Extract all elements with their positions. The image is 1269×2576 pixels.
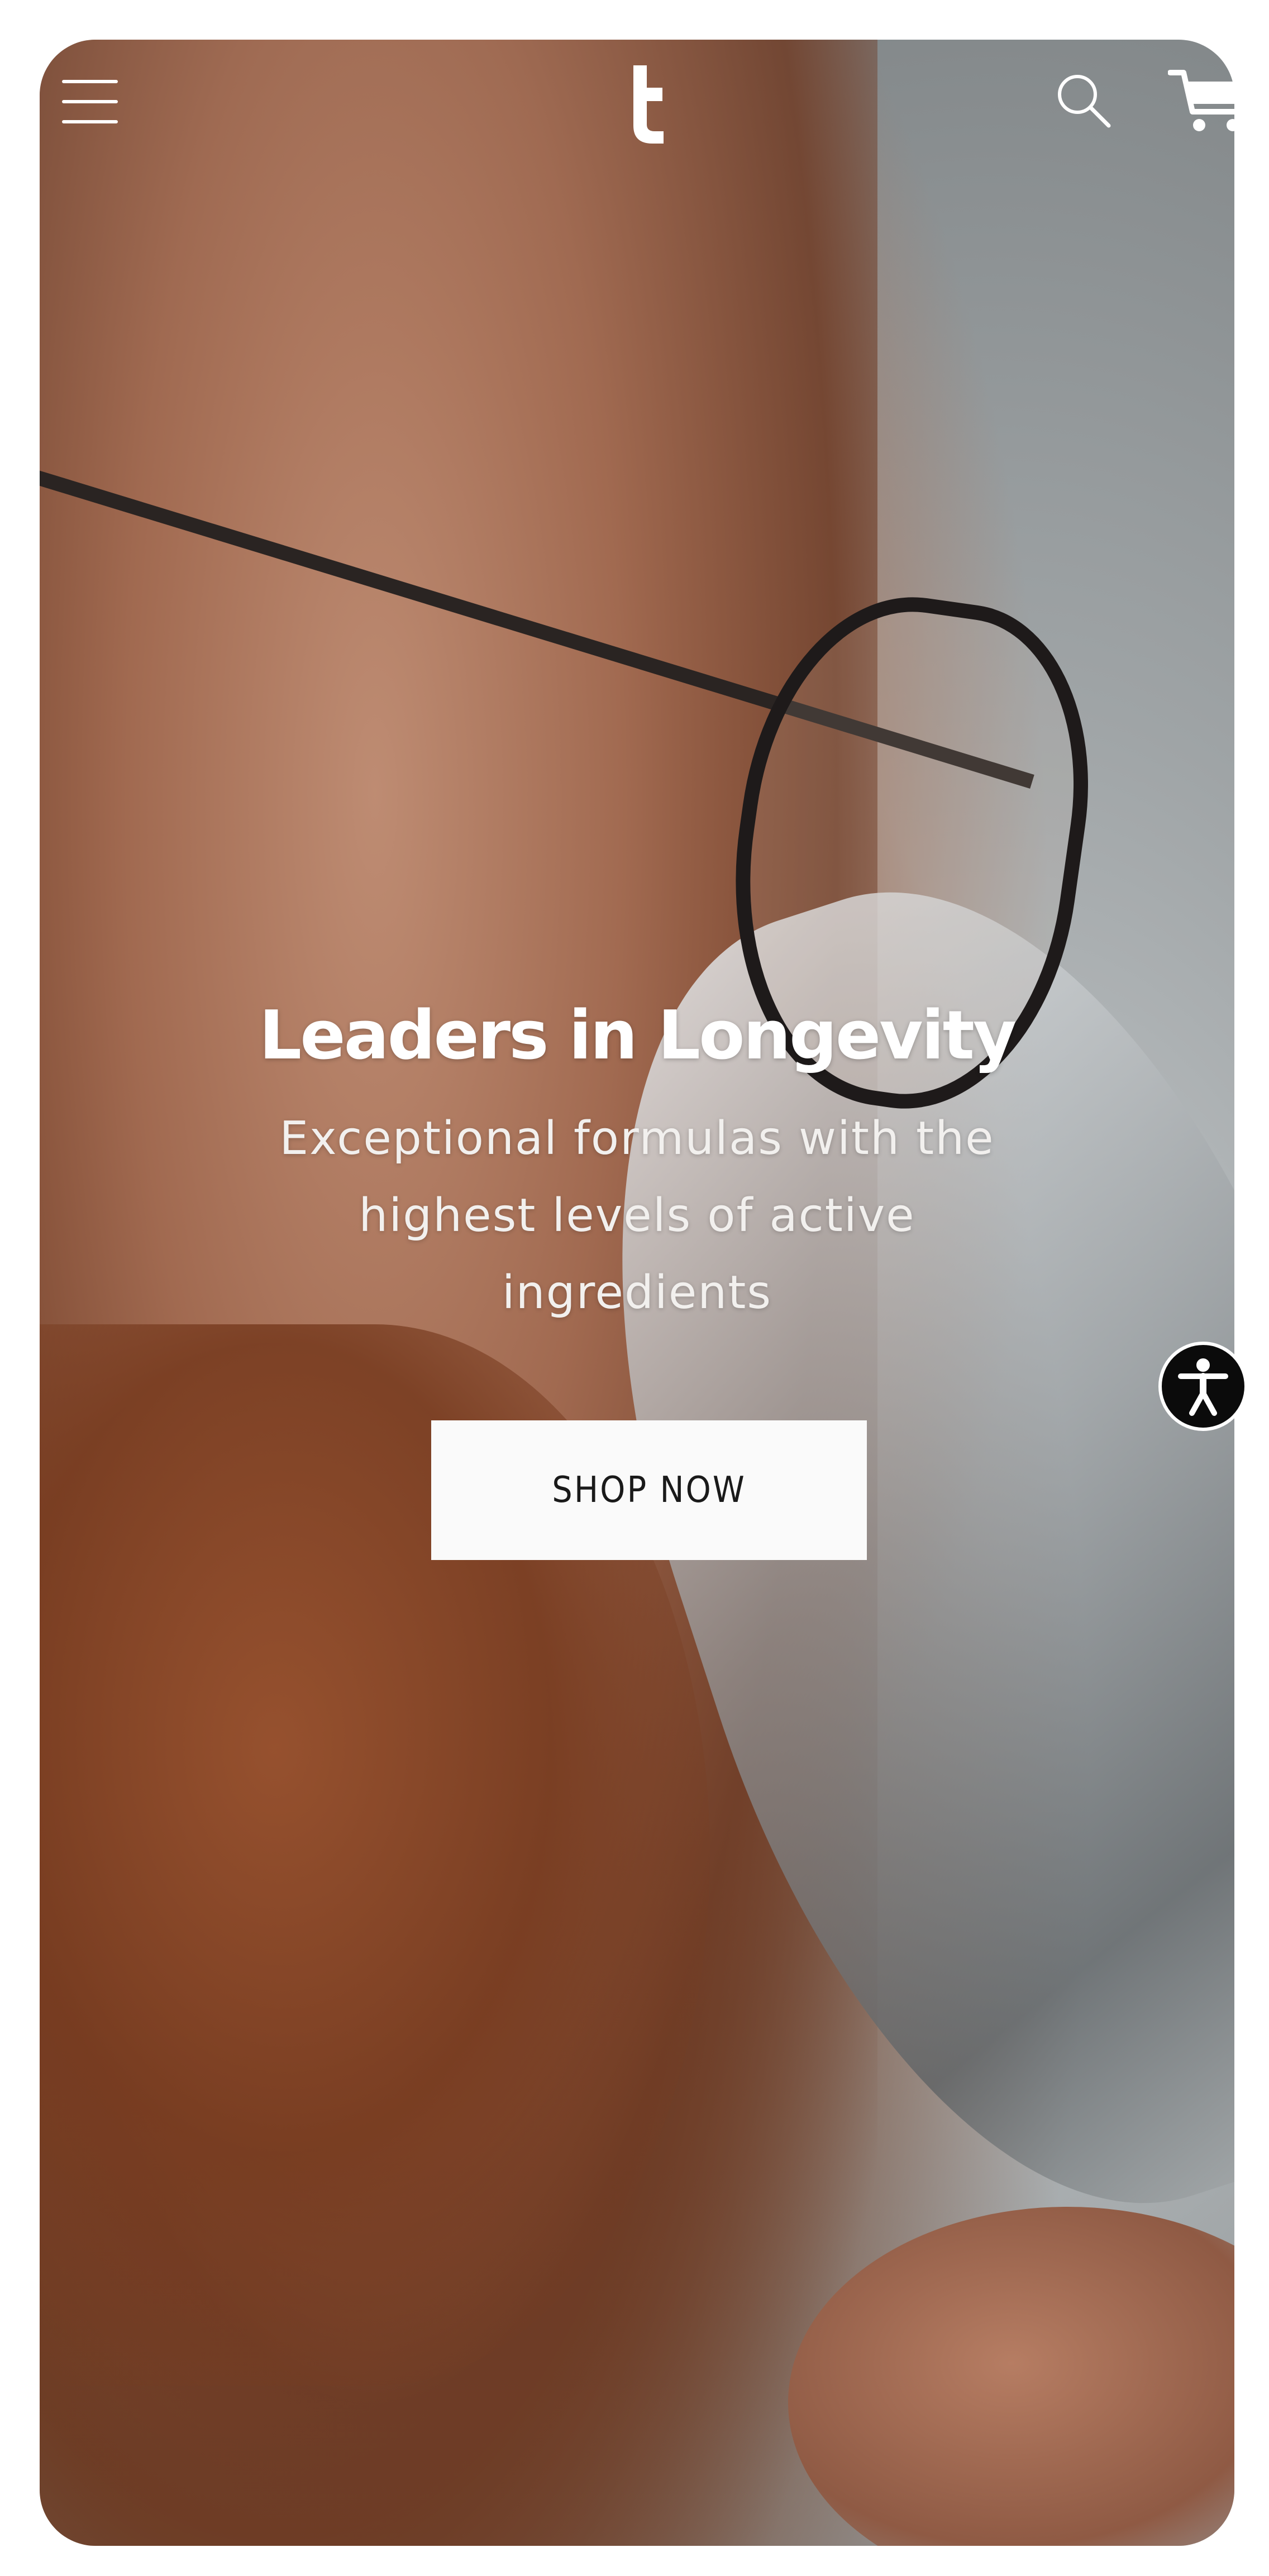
hamburger-menu-icon[interactable] (62, 73, 118, 129)
t-logo-icon[interactable] (623, 62, 668, 146)
page: Leaders in Longevity Exceptional formula… (0, 0, 1269, 2576)
shop-now-button[interactable]: SHOP NOW (431, 1420, 867, 1560)
shopping-cart-icon[interactable] (1167, 65, 1246, 137)
hamburger-line (62, 100, 118, 103)
accessibility-button[interactable] (1158, 1342, 1248, 1431)
hamburger-line (62, 120, 118, 123)
hero-subtitle: Exceptional formulas with the highest le… (279, 1112, 995, 1319)
hero-content: Leaders in Longevity Exceptional formula… (40, 994, 1234, 1332)
cart-icon-svg (1167, 70, 1244, 131)
hamburger-line (62, 80, 118, 83)
accessibility-person-icon (1178, 1358, 1228, 1416)
search-icon-svg (1058, 75, 1111, 128)
t-logo-svg (633, 65, 664, 144)
site-header (40, 40, 1244, 168)
search-icon[interactable] (1051, 68, 1118, 135)
hero-title: Leaders in Longevity (259, 997, 1017, 1075)
